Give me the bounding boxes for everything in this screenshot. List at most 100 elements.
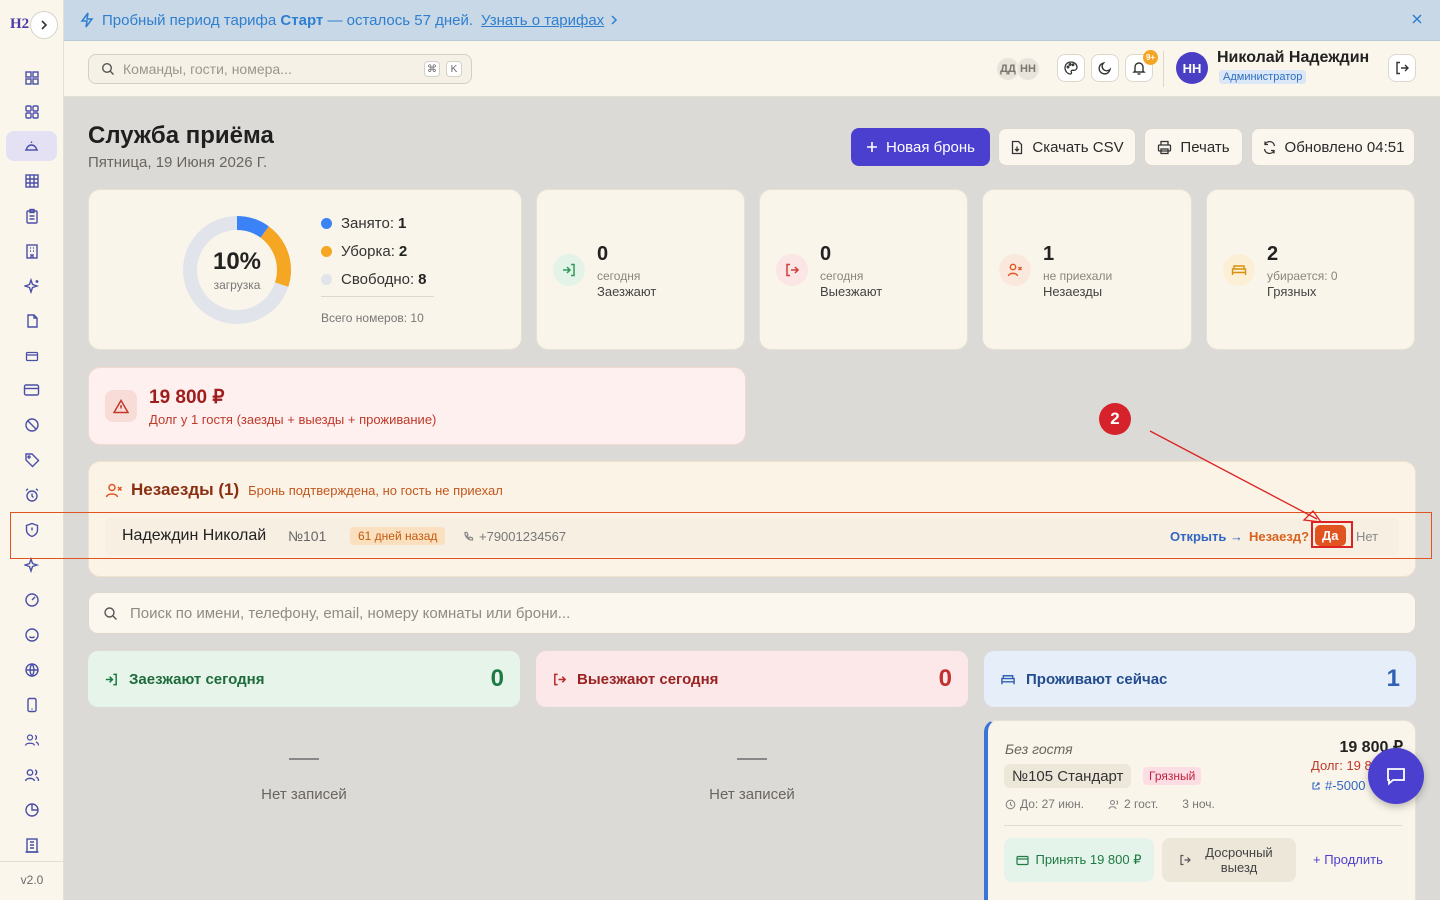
sparkles-icon (23, 557, 39, 573)
occupancy-percent: 10% (212, 248, 262, 275)
user-role-badge: Администратор (1219, 70, 1307, 84)
stat-card-departures[interactable]: 0 сегодня Выезжают (759, 189, 968, 350)
chat-button[interactable] (1368, 748, 1424, 804)
user-x-icon (105, 483, 123, 497)
stat-title: Незаезды (1043, 284, 1103, 299)
nav-organization[interactable] (6, 830, 57, 860)
stat-card-noshows[interactable]: 1 не приехали Незаезды (982, 189, 1192, 350)
early-checkout-button[interactable]: Досрочный выезд (1162, 838, 1296, 882)
clock-icon (1005, 799, 1016, 809)
user-avatar[interactable]: НН (1176, 52, 1208, 84)
nav-chessboard[interactable] (6, 166, 57, 196)
banner-text-prefix: Пробный период тарифа (102, 11, 277, 29)
nav-tasks[interactable] (6, 201, 57, 231)
nav-rooms[interactable] (6, 236, 57, 266)
legend-dot (321, 274, 332, 285)
occupancy-label: загрузка (213, 278, 261, 292)
warning-icon (105, 390, 137, 422)
trial-banner: Пробный период тарифа Старт — осталось 5… (64, 0, 1440, 41)
banner-text-suffix: — осталось 57 дней. (327, 11, 474, 29)
tag-icon (24, 453, 39, 468)
chat-icon (1387, 768, 1405, 786)
external-link-icon (1312, 781, 1320, 790)
nav-guests[interactable] (6, 725, 57, 755)
departures-empty-state: Нет записей (602, 758, 902, 803)
arrivals-today-label: Заезжают сегодня (129, 670, 265, 688)
new-booking-button[interactable]: Новая бронь (851, 128, 990, 166)
print-button[interactable]: Печать (1144, 128, 1243, 166)
notifications-button[interactable]: 9+ (1125, 50, 1158, 82)
tariffs-link[interactable]: Узнать о тарифах (481, 12, 604, 29)
stat-value: 0 (597, 243, 609, 265)
nav-tariffs[interactable] (6, 445, 57, 475)
donut-center: 10% загрузка (181, 214, 293, 326)
login-icon (105, 673, 117, 685)
empty-dash (289, 758, 319, 760)
download-csv-button[interactable]: Скачать CSV (998, 128, 1136, 166)
nav-performance[interactable] (6, 585, 57, 615)
online-users: ДД НН (996, 57, 1040, 81)
nav-blacklist[interactable] (6, 410, 57, 440)
debt-card[interactable]: 19 800 ₽ Долг у 1 гостя (заезды + выезды… (88, 367, 746, 445)
nav-staff[interactable] (6, 760, 57, 790)
nav-payments[interactable] (6, 375, 57, 405)
departures-today-count: 0 (938, 665, 952, 692)
card-divider (1004, 825, 1402, 826)
extend-stay-button[interactable]: + Продлить (1313, 852, 1383, 867)
refresh-button[interactable]: Обновлено 04:51 (1251, 128, 1415, 166)
legend-value: 1 (398, 215, 407, 232)
staying-booking-card[interactable]: Без гостя №105 Стандарт Грязный До: 27 и… (984, 720, 1416, 900)
close-icon[interactable] (1410, 12, 1424, 26)
bed-icon (1001, 674, 1015, 684)
empty-text: Нет записей (709, 786, 795, 803)
dark-mode-button[interactable] (1091, 54, 1119, 82)
stat-card-arrivals[interactable]: 0 сегодня Заезжают (536, 189, 745, 350)
command-search-input[interactable]: Команды, гости, номера... ⌘ K (88, 54, 472, 84)
new-booking-label: Новая бронь (886, 138, 975, 156)
departures-today-label: Выезжают сегодня (577, 670, 719, 688)
nav-channels[interactable] (6, 655, 57, 685)
nav-reports[interactable] (6, 795, 57, 825)
sidebar-toggle-button[interactable] (30, 11, 58, 39)
guest-name: Без гостя (1005, 741, 1073, 757)
avatar[interactable]: НН (1016, 57, 1040, 81)
bed-icon (1223, 254, 1255, 286)
top-header: Команды, гости, номера... ⌘ K ДД НН 9+ Н… (64, 41, 1440, 97)
printer-icon (1158, 140, 1172, 154)
plus-icon (867, 142, 877, 152)
document-icon (26, 314, 38, 328)
guest-search-input[interactable]: Поиск по имени, телефону, email, номеру … (88, 592, 1416, 634)
theme-palette-button[interactable] (1057, 54, 1085, 82)
nav-reminders[interactable] (6, 480, 57, 510)
print-label: Печать (1180, 138, 1230, 156)
booking-link[interactable]: #-5000 (1311, 778, 1365, 793)
nav-mobile[interactable] (6, 690, 57, 720)
card-small-icon (25, 351, 38, 362)
legend-dot (321, 218, 332, 229)
nav-grid[interactable] (6, 97, 57, 127)
credit-card-icon (23, 384, 40, 396)
nav-feedback[interactable] (6, 620, 57, 650)
stat-card-dirty[interactable]: 2 убирается: 0 Грязных (1206, 189, 1415, 350)
refresh-icon (1263, 140, 1275, 154)
download-csv-label: Скачать CSV (1032, 138, 1124, 156)
nav-reception[interactable] (6, 131, 57, 161)
legend-value: 8 (418, 271, 427, 288)
nav-ai[interactable] (6, 271, 57, 301)
until-date: До: 27 июн. (1005, 797, 1096, 811)
nav-payments-small[interactable] (6, 341, 57, 371)
smile-icon (24, 628, 39, 642)
booking-link-text: #-5000 (1325, 778, 1366, 793)
accept-payment-button[interactable]: Принять 19 800 ₽ (1004, 838, 1154, 882)
nav-documents[interactable] (6, 306, 57, 336)
logout-icon (776, 254, 808, 286)
nav-dashboard[interactable] (6, 63, 57, 93)
users-icon (24, 734, 39, 746)
legend-label: Занято: (341, 215, 395, 232)
stat-value: 1 (1043, 243, 1055, 265)
logout-button[interactable] (1388, 54, 1416, 82)
dashboard-icon (24, 71, 39, 85)
globe-icon (24, 663, 39, 678)
noshow-subtitle: Бронь подтверждена, но гость не приехал (248, 482, 503, 498)
chevron-right-icon (41, 20, 48, 30)
